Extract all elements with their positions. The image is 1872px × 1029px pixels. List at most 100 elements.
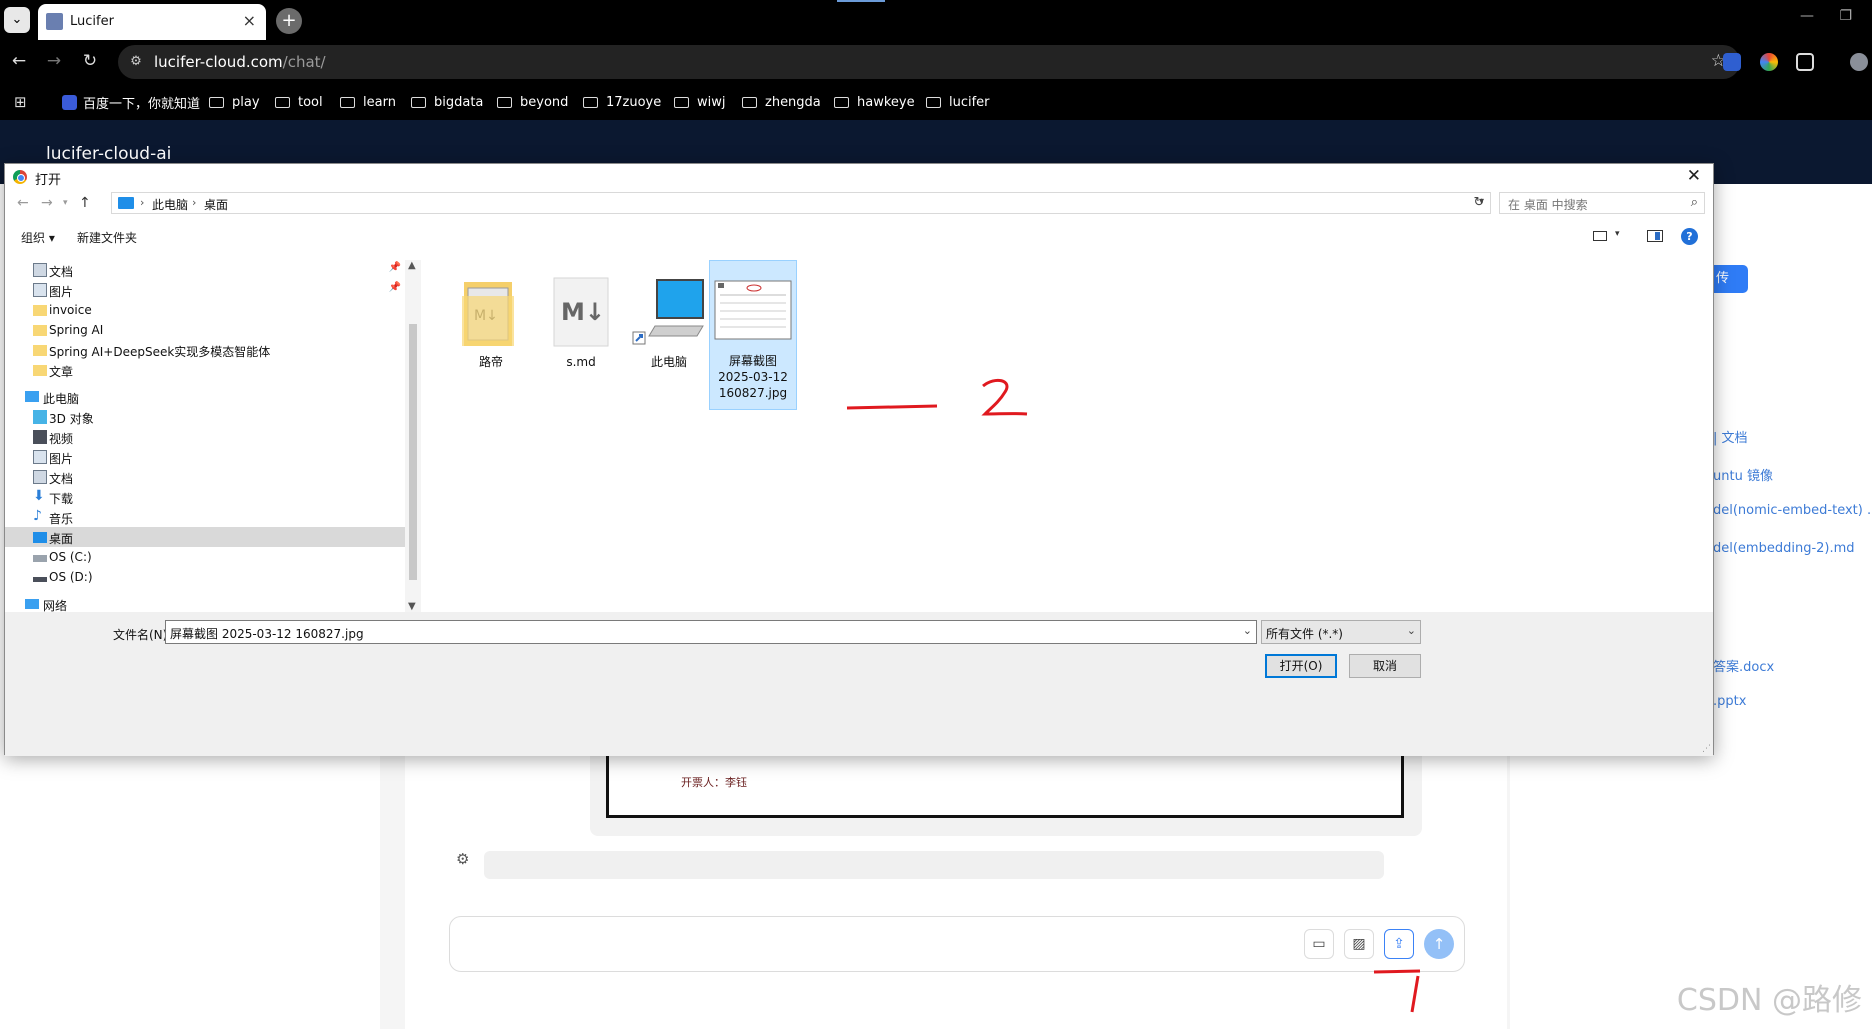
tree-item-documents-pinned[interactable]: 文档 📌 xyxy=(5,260,405,280)
new-folder-button[interactable]: 新建文件夹 xyxy=(77,229,137,246)
window-minimize-icon[interactable]: — xyxy=(1800,8,1814,24)
tree-item-3d-objects[interactable]: 3D 对象 xyxy=(5,407,405,427)
tree-item-articles[interactable]: 文章 xyxy=(5,360,405,380)
tree-item-invoice[interactable]: invoice xyxy=(5,300,405,320)
doc-link[interactable]: .pptx xyxy=(1713,694,1746,709)
site-info-icon[interactable]: ⚙ xyxy=(127,53,145,71)
dialog-close-icon[interactable]: ✕ xyxy=(1687,166,1701,186)
preview-pane-icon[interactable] xyxy=(1647,230,1663,242)
omnibox[interactable]: ⚙ lucifer-cloud.com/chat/ ☆ xyxy=(118,45,1740,79)
computer-svg xyxy=(632,279,704,345)
address-breadcrumb[interactable]: › 此电脑 › 桌面 ▾ xyxy=(111,192,1491,214)
chat-composer[interactable]: ▭ ▨ ⇪ ↑ xyxy=(449,916,1465,972)
window-restore-icon[interactable]: ❐ xyxy=(1839,8,1852,24)
dialog-up-icon[interactable]: ↑ xyxy=(79,195,91,211)
bookmark-learn[interactable]: learn xyxy=(340,93,396,111)
filename-dropdown-icon[interactable]: ⌄ xyxy=(1243,624,1252,637)
pin-icon[interactable]: 📌 xyxy=(389,282,401,293)
pin-icon[interactable]: 📌 xyxy=(389,262,401,273)
url-text[interactable]: lucifer-cloud.com/chat/ xyxy=(154,53,326,71)
bookmark-lucifer[interactable]: lucifer xyxy=(926,93,990,111)
bookmark-baidu[interactable]: 百度一下，你就知道 xyxy=(62,93,200,112)
tree-item-network[interactable]: 网络 xyxy=(5,594,405,612)
change-view-icon[interactable] xyxy=(1593,231,1607,241)
tree-item-pictures-pinned[interactable]: 图片 📌 xyxy=(5,280,405,300)
bookmark-beyond[interactable]: beyond xyxy=(497,93,568,111)
doc-link[interactable]: 答案.docx xyxy=(1713,656,1774,675)
dialog-refresh-icon[interactable]: ↻ xyxy=(1471,195,1487,211)
file-item-this-pc-shortcut[interactable]: 此电脑 xyxy=(625,270,713,370)
forward-icon[interactable]: → xyxy=(43,50,65,72)
breadcrumb-desktop[interactable]: 桌面 xyxy=(204,196,228,213)
file-upload-button[interactable]: ⇪ xyxy=(1384,929,1414,959)
tree-item-drive-d[interactable]: OS (D:) xyxy=(5,567,405,587)
tree-scroll-thumb[interactable] xyxy=(409,324,417,580)
desktop-icon xyxy=(33,532,47,543)
tab-lucifer[interactable]: Lucifer × xyxy=(38,4,266,40)
reload-icon[interactable]: ↻ xyxy=(79,50,101,72)
help-icon[interactable]: ? xyxy=(1681,228,1698,245)
tree-item-spring-ai[interactable]: Spring AI xyxy=(5,320,405,340)
bookmark-bigdata[interactable]: bigdata xyxy=(411,93,483,111)
view-dropdown-icon[interactable]: ▾ xyxy=(1615,229,1620,239)
computer-shortcut-icon xyxy=(629,276,709,348)
cancel-button[interactable]: 取消 xyxy=(1349,654,1421,678)
bookmark-17zuoye[interactable]: 17zuoye xyxy=(583,93,661,111)
file-item-folder[interactable]: M↓ 路帝 xyxy=(447,270,535,370)
breadcrumb-this-pc[interactable]: 此电脑 xyxy=(152,196,188,213)
tree-item-spring-ai-deepseek[interactable]: Spring AI+DeepSeek实现多模态智能体 xyxy=(5,340,405,360)
tab-strip: ⌄ Lucifer × + — ❐ xyxy=(0,0,1872,40)
dialog-recent-dropdown-icon[interactable]: ▾ xyxy=(63,198,68,208)
translate-extension-icon[interactable] xyxy=(1723,53,1741,71)
bookmark-hawkeye[interactable]: hawkeye xyxy=(834,93,915,111)
bookmark-zhengda[interactable]: zhengda xyxy=(742,93,821,111)
tree-item-music[interactable]: ♪ 音乐 xyxy=(5,507,405,527)
profile-avatar[interactable] xyxy=(1850,53,1868,71)
tree-scrollbar[interactable]: ▲ ▼ xyxy=(405,260,421,612)
baidu-icon xyxy=(62,94,77,110)
tree-item-videos[interactable]: 视频 xyxy=(5,427,405,447)
open-button[interactable]: 打开(O) xyxy=(1265,654,1337,678)
crumb-separator-icon[interactable]: › xyxy=(140,196,144,209)
scroll-down-icon[interactable]: ▼ xyxy=(408,601,416,612)
filename-input[interactable]: 屏幕截图 2025-03-12 160827.jpg ⌄ xyxy=(165,620,1257,644)
crumb-separator-icon[interactable]: › xyxy=(192,196,196,209)
extensions-puzzle-icon[interactable] xyxy=(1796,53,1814,71)
scroll-up-icon[interactable]: ▲ xyxy=(408,260,416,271)
dialog-back-icon[interactable]: ← xyxy=(17,195,29,211)
back-icon[interactable]: ← xyxy=(8,50,30,72)
file-item-markdown[interactable]: M↓ s.md xyxy=(537,270,625,370)
bookmark-label: wiwj xyxy=(697,94,726,110)
bookmark-play[interactable]: play xyxy=(209,93,260,111)
tree-item-this-pc[interactable]: 此电脑 xyxy=(5,387,405,407)
dialog-forward-icon[interactable]: → xyxy=(41,195,53,211)
doc-link[interactable]: del(embedding-2).md xyxy=(1713,541,1855,556)
video-upload-button[interactable]: ▭ xyxy=(1304,929,1334,959)
response-loading-placeholder xyxy=(484,851,1384,879)
file-item-screenshot[interactable]: 屏幕截图 2025-03-12 160827.jpg xyxy=(709,260,797,410)
bookmark-tool[interactable]: tool xyxy=(275,93,323,111)
doc-link[interactable]: | 文档 xyxy=(1713,427,1748,446)
upload-button[interactable]: 传 xyxy=(1712,265,1748,293)
apps-grid-icon[interactable]: ⊞ xyxy=(14,93,27,111)
tree-item-documents[interactable]: 文档 xyxy=(5,467,405,487)
filetype-dropdown-icon[interactable]: ⌄ xyxy=(1407,624,1416,637)
dialog-search-input[interactable]: 在 桌面 中搜索 ⌕ xyxy=(1499,192,1705,214)
color-extension-icon[interactable] xyxy=(1760,53,1778,71)
doc-link[interactable]: del(nomic-embed-text) .m xyxy=(1713,503,1872,518)
new-tab-button[interactable]: + xyxy=(276,8,302,34)
resize-grip-icon[interactable]: ⋰ xyxy=(1702,744,1711,754)
tree-item-downloads[interactable]: ⬇ 下载 xyxy=(5,487,405,507)
tree-item-desktop[interactable]: 桌面 xyxy=(5,527,405,547)
doc-link[interactable]: untu 镜像 xyxy=(1713,465,1773,484)
tree-item-drive-c[interactable]: OS (C:) xyxy=(5,547,405,567)
filetype-select[interactable]: 所有文件 (*.*) ⌄ xyxy=(1261,620,1421,644)
tab-search-menu-button[interactable]: ⌄ xyxy=(4,7,30,33)
send-button[interactable]: ↑ xyxy=(1424,929,1454,959)
pictures-icon xyxy=(33,283,47,297)
tab-close-icon[interactable]: × xyxy=(243,11,256,30)
organize-menu[interactable]: 组织 ▾ xyxy=(21,229,55,246)
image-upload-button[interactable]: ▨ xyxy=(1344,929,1374,959)
tree-item-pictures[interactable]: 图片 xyxy=(5,447,405,467)
bookmark-wiwj[interactable]: wiwj xyxy=(674,93,726,111)
